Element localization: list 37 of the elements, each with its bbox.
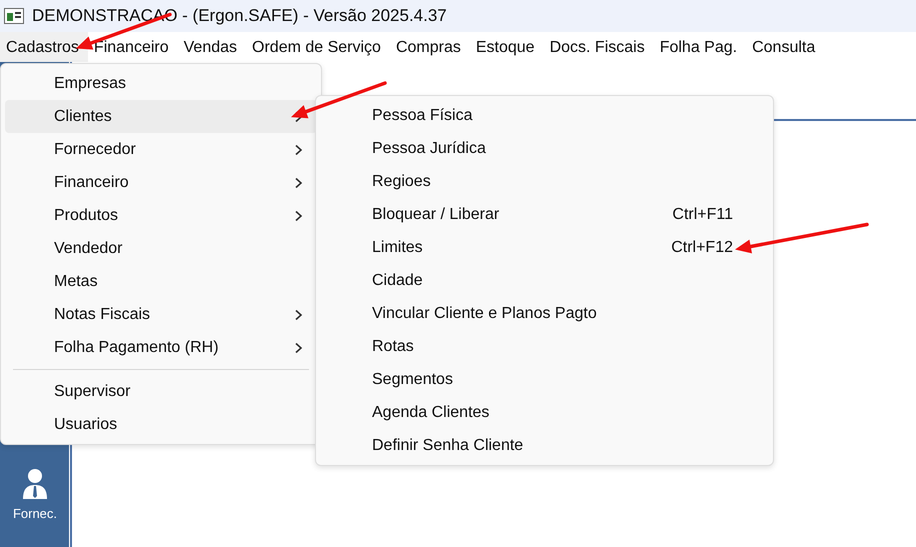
menu-item[interactable]: Pessoa Física xyxy=(320,99,769,132)
menu-bar-item[interactable]: Financeiro xyxy=(88,32,178,62)
menu-item[interactable]: Financeiro xyxy=(5,166,317,199)
app-icon xyxy=(4,8,24,24)
menu-item[interactable]: Regioes xyxy=(320,165,769,198)
menu-bar-item[interactable]: Ordem de Serviço xyxy=(246,32,390,62)
menu-item[interactable]: Definir Senha Cliente xyxy=(320,429,769,462)
menu-bar-item[interactable]: Cadastros xyxy=(0,32,88,62)
menu-item[interactable]: Empresas xyxy=(5,67,317,100)
menu-item[interactable]: Agenda Clientes xyxy=(320,396,769,429)
person-icon xyxy=(22,468,48,500)
menu-bar-item[interactable]: Compras xyxy=(390,32,470,62)
menu-item[interactable]: Cidade xyxy=(320,264,769,297)
menu-bar-item[interactable]: Vendas xyxy=(178,32,246,62)
menu-item[interactable]: Usuarios xyxy=(5,408,317,441)
menu-item[interactable]: Segmentos xyxy=(320,363,769,396)
sidebar-tile[interactable]: Fornec. xyxy=(12,468,58,524)
menu-item[interactable]: Fornecedor xyxy=(5,133,317,166)
window-title: DEMONSTRACAO - (Ergon.SAFE) - Versão 2025.4.37 xyxy=(32,5,447,28)
menu-bar-item[interactable]: Folha Pag. xyxy=(654,32,746,62)
menu-item[interactable]: Folha Pagamento (RH) xyxy=(5,331,317,364)
menu-item[interactable]: Limites Ctrl+F12 xyxy=(320,231,769,264)
menu-item[interactable]: Notas Fiscais xyxy=(5,298,317,331)
menu-item[interactable]: Bloquear / Liberar Ctrl+F11 xyxy=(320,198,769,231)
menu-bar-item[interactable]: Consulta xyxy=(746,32,824,62)
menu-item[interactable]: Produtos xyxy=(5,199,317,232)
shortcut-text: Ctrl+F12 xyxy=(671,238,733,258)
shortcut-text: Ctrl+F11 xyxy=(672,204,733,224)
menu-item[interactable]: Metas xyxy=(5,265,317,298)
menu-item[interactable]: Rotas xyxy=(320,330,769,363)
menu-item[interactable]: Pessoa Jurídica xyxy=(320,132,769,165)
menu-item[interactable]: Supervisor xyxy=(5,375,317,408)
menu-item[interactable]: Vincular Cliente e Planos Pagto xyxy=(320,297,769,330)
menu-item[interactable]: Vendedor xyxy=(5,232,317,265)
menu-bar-item[interactable]: Docs. Fiscais xyxy=(544,32,654,62)
menu-item[interactable]: Clientes xyxy=(5,100,317,133)
menu-bar-item[interactable]: Estoque xyxy=(470,32,544,62)
